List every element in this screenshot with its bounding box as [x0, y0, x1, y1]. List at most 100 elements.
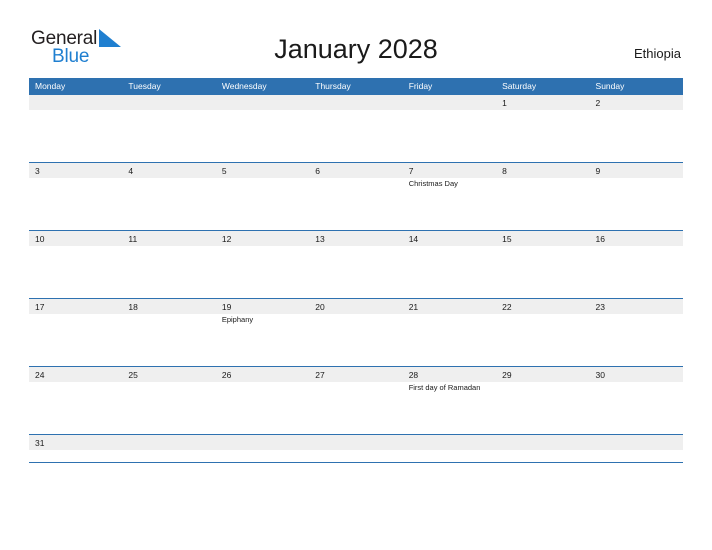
day-number: 16 [595, 234, 605, 244]
day-cell[interactable]: 26 [216, 367, 309, 434]
weekday-header-wednesday: Wednesday [221, 81, 267, 91]
day-cell[interactable]: 31 [29, 435, 122, 463]
day-cell-empty [216, 95, 309, 162]
day-cell[interactable]: 13 [309, 231, 402, 298]
day-number: 4 [128, 166, 134, 176]
day-cell[interactable]: 8 [496, 163, 589, 230]
day-number: 9 [595, 166, 601, 176]
day-number: 23 [595, 302, 605, 312]
day-cell[interactable]: 27 [309, 367, 402, 434]
week-bottom-rule [29, 461, 683, 463]
day-cell[interactable]: 3 [29, 163, 122, 230]
week-cells: 12 [29, 95, 683, 162]
day-number: 24 [35, 370, 45, 380]
day-cell[interactable]: 15 [496, 231, 589, 298]
day-number: 11 [128, 234, 138, 244]
day-number: 1 [502, 98, 507, 108]
day-number: 15 [502, 234, 512, 244]
day-cell[interactable]: 30 [590, 367, 683, 434]
day-number: 27 [315, 370, 325, 380]
day-cell-empty [309, 95, 402, 162]
day-number: 29 [502, 370, 512, 380]
week-cells: 24 25 26 27 28 First day of Ramadan 29 30 [29, 367, 683, 434]
day-cell-empty [216, 435, 309, 463]
day-cell[interactable]: 10 [29, 231, 122, 298]
day-number: 31 [35, 438, 45, 448]
day-cell[interactable]: 20 [309, 299, 402, 366]
week-cells: 31 [29, 435, 683, 463]
day-cell[interactable]: 28 First day of Ramadan [403, 367, 496, 434]
day-cell[interactable]: 23 [590, 299, 683, 366]
holiday-label: First day of Ramadan [408, 383, 481, 392]
day-events: Epiphany [222, 315, 309, 326]
day-number: 26 [221, 370, 232, 380]
weekday-header-row: Monday Tuesday Wednesday Thursday Friday Satu… [29, 78, 683, 95]
day-number: 28 [408, 370, 419, 380]
day-cell-empty [29, 95, 122, 162]
day-cell-empty [496, 435, 589, 463]
calendar-week-row: 17 18 19 Epiphany 20 21 22 23 [29, 298, 683, 366]
day-cell[interactable]: 6 [309, 163, 402, 230]
day-number: 10 [35, 234, 45, 244]
weekday-header-monday: Monday [35, 81, 66, 91]
day-cell[interactable]: 17 [29, 299, 122, 366]
calendar-week-row: 24 25 26 27 28 First day of Ramadan 29 30 [29, 366, 683, 434]
day-number: 3 [35, 166, 40, 176]
calendar-table: Monday Tuesday Wednesday Thursday Friday Satu… [29, 78, 683, 463]
calendar-week-row: 10 11 12 13 14 15 16 [29, 230, 683, 298]
day-number: 22 [502, 302, 512, 312]
day-cell[interactable]: 25 [122, 367, 215, 434]
day-number: 8 [502, 166, 507, 176]
day-cell[interactable]: 11 [122, 231, 215, 298]
calendar-page: General Blue January 2028 Ethiopia Monda… [0, 0, 712, 550]
day-cell[interactable]: 1 [496, 95, 589, 162]
day-cell-empty [122, 435, 215, 463]
day-cell[interactable]: 12 [216, 231, 309, 298]
day-number: 6 [315, 166, 320, 176]
week-cells: 3 4 5 6 7 Christmas Day 8 9 [29, 163, 683, 230]
day-events: Christmas Day [409, 179, 496, 190]
day-cell[interactable]: 21 [403, 299, 496, 366]
holiday-label: Epiphany [221, 315, 254, 324]
day-cell-empty [590, 435, 683, 463]
day-cell[interactable]: 29 [496, 367, 589, 434]
page-title: January 2028 [274, 34, 438, 64]
day-cell[interactable]: 4 [122, 163, 215, 230]
holiday-label: Christmas Day [408, 179, 458, 188]
day-number: 20 [315, 302, 325, 312]
day-cell[interactable]: 19 Epiphany [216, 299, 309, 366]
day-cell[interactable]: 22 [496, 299, 589, 366]
weekday-header-saturday: Saturday [502, 81, 537, 91]
day-cell[interactable]: 18 [122, 299, 215, 366]
day-cell[interactable]: 5 [216, 163, 309, 230]
weekday-header-sunday: Sunday [595, 81, 625, 91]
day-cell[interactable]: 9 [590, 163, 683, 230]
day-cell-empty [309, 435, 402, 463]
calendar-week-row: 3 4 5 6 7 Christmas Day 8 9 [29, 162, 683, 230]
week-cells: 17 18 19 Epiphany 20 21 22 23 [29, 299, 683, 366]
day-number: 19 [221, 302, 232, 312]
weekday-header-tuesday: Tuesday [128, 81, 161, 91]
country-label: Ethiopia [634, 46, 681, 61]
day-number: 14 [408, 234, 419, 244]
day-cell[interactable]: 16 [590, 231, 683, 298]
page-header: General Blue January 2028 Ethiopia [0, 0, 712, 67]
day-cell-empty [403, 95, 496, 162]
week-cells: 10 11 12 13 14 15 16 [29, 231, 683, 298]
weekday-header-friday: Friday [408, 81, 433, 91]
day-number: 2 [595, 98, 601, 108]
day-cell[interactable]: 7 Christmas Day [403, 163, 496, 230]
day-number: 25 [128, 370, 138, 380]
calendar-week-row: 12 [29, 95, 683, 162]
weekday-header-thursday: Thursday [315, 81, 351, 91]
day-number: 5 [221, 166, 227, 176]
day-number: 13 [315, 234, 325, 244]
day-cell-empty [403, 435, 496, 463]
day-number: 18 [128, 302, 138, 312]
day-cell-empty [122, 95, 215, 162]
day-cell[interactable]: 24 [29, 367, 122, 434]
day-cell[interactable]: 2 [590, 95, 683, 162]
day-events: First day of Ramadan [409, 383, 496, 394]
day-cell[interactable]: 14 [403, 231, 496, 298]
calendar-week-row: 31 [29, 434, 683, 463]
